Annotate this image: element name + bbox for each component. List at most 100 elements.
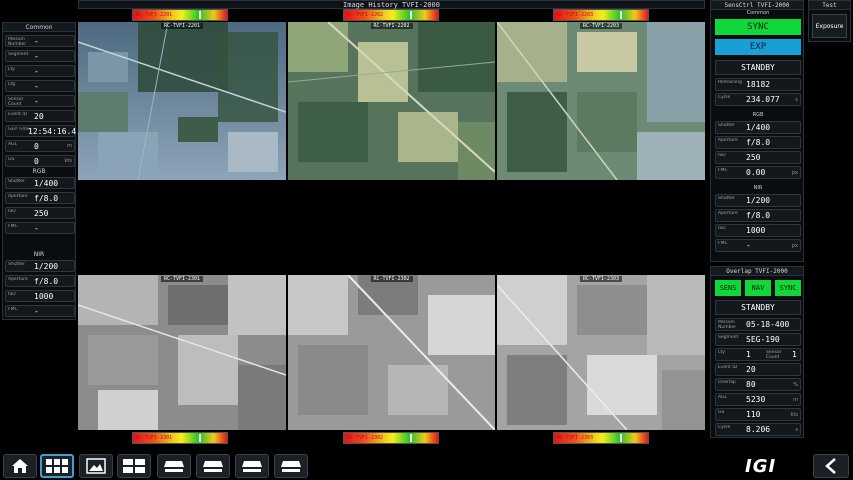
screen: Image History TVFI-2000 Common Mission N… (0, 0, 853, 480)
top-gauge-3: RC-TVFI-2203 (553, 9, 649, 21)
overlap-row-gs: GS 110 kts (715, 408, 801, 421)
row-key: Segment (718, 335, 739, 340)
row-key: AGL (718, 395, 727, 400)
row-value-2: 1 (792, 350, 797, 359)
sensor-4-button[interactable] (274, 454, 308, 478)
left-row-lty: Lty - (5, 65, 75, 77)
row-key: GS (718, 410, 725, 415)
row-key: Cycle (718, 425, 731, 430)
row-key: Mission Number (718, 320, 737, 330)
row-value: 1/400 (746, 123, 771, 132)
row-value: 1/200 (34, 262, 59, 271)
overlap-sync-button[interactable]: SYNC (775, 280, 801, 296)
row-key: Aperture (718, 138, 738, 143)
image-tile-nir-1[interactable]: RC-TVFI-2301 (78, 275, 286, 430)
multi-image-button[interactable] (117, 454, 151, 478)
overlap-row-lty: Lty 1 Sensor Count 1 (715, 348, 801, 361)
image-tile-nir-3[interactable]: RC-TVFI-2303 (497, 275, 705, 430)
back-button[interactable] (813, 454, 849, 478)
nav-button[interactable]: NAV (745, 280, 771, 296)
left-row-nir-aperture: Aperture f/8.0 (5, 275, 75, 287)
row-key: ISO (8, 209, 16, 214)
gauge-label: RC-TVFI-2303 (557, 435, 594, 441)
row-key: Event ID (718, 365, 738, 370)
row-value: 250 (34, 209, 49, 218)
row-key: FMC (8, 307, 18, 312)
row-key: Shutter (8, 179, 25, 184)
home-icon (12, 459, 28, 473)
row-unit: px (791, 170, 798, 176)
sync-button[interactable]: SYNC (715, 19, 801, 35)
row-value: - (746, 241, 751, 250)
row-value: 18182 (746, 80, 771, 89)
row-value: SEG-190 (746, 335, 780, 344)
sensor-1-button[interactable] (157, 454, 191, 478)
left-row-gep-time: GEP Time 12:54:16.4 (5, 125, 76, 137)
row-value: 8.206 (746, 425, 771, 434)
top-gauge-2: RC-TVFI-2202 (343, 9, 439, 21)
row-unit: kts (790, 412, 798, 418)
sensor-icon (164, 461, 184, 472)
sens-button[interactable]: SENS (715, 280, 741, 296)
empty-image-band (78, 180, 705, 275)
aerial-image (78, 22, 286, 180)
row-key: Shutter (718, 123, 735, 128)
sensctrl-row-nir-shutter: Shutter 1/200 (715, 194, 801, 207)
gauge-label: RC-TVFI-2201 (136, 12, 173, 18)
row-key: Event ID (8, 112, 28, 117)
left-row-sensor-count: Sensor Count - (5, 95, 75, 107)
row-key: Remaining (718, 80, 742, 85)
grid-icon (46, 459, 68, 473)
row-key: ISO (718, 153, 726, 158)
row-key: Lty (718, 350, 725, 355)
sensor-icon (242, 461, 262, 472)
test-panel: Test Exposure (808, 0, 851, 42)
gauge-marker (198, 11, 201, 19)
overlap-row-overlap: Overlap 80 % (715, 378, 801, 391)
igi-logo: IGI (745, 456, 777, 477)
row-value: 1/200 (746, 196, 771, 205)
gauge-marker (409, 11, 412, 19)
row-value: - (34, 97, 39, 106)
row-key: Lty (8, 67, 15, 72)
left-row-gs: GS 0 kts (5, 155, 75, 167)
image-tile-rgb-2[interactable]: RC-TVFI-2202 (288, 22, 495, 180)
exp-button[interactable]: EXP (715, 39, 801, 55)
row-value: 1000 (34, 292, 54, 301)
row-key: AGL (8, 142, 17, 147)
overlap-row-mission-number: Mission Number 05-18-400 (715, 318, 801, 331)
row-value: - (34, 37, 39, 46)
row-key: ISO (718, 226, 726, 231)
row-key: Cycle (718, 95, 731, 100)
bottom-gauge-3: RC-TVFI-2303 (553, 432, 649, 444)
image-icon (86, 458, 106, 474)
sensctrl-row-cycle: Cycle 234.077 s (715, 93, 801, 106)
sensctrl-row-rgb-iso: ISO 250 (715, 151, 801, 164)
sensor-3-button[interactable] (235, 454, 269, 478)
row-key: FMC (8, 224, 18, 229)
exposure-button[interactable]: Exposure (812, 14, 847, 38)
image-tile-rgb-1[interactable]: RC-TVFI-2201 (78, 22, 286, 180)
sensor-2-button[interactable] (196, 454, 230, 478)
image-view-button[interactable] (79, 454, 113, 478)
left-row-rgb-aperture: Aperture f/8.0 (5, 192, 75, 204)
row-unit: m (793, 397, 798, 403)
aerial-image (497, 22, 705, 180)
tile-title: RC-TVFI-2202 (370, 23, 413, 29)
row-value: 110 (746, 410, 761, 419)
left-row-mission-number: Mission Number - (5, 35, 75, 47)
row-value: 20 (746, 365, 756, 374)
gauge-label: RC-TVFI-2203 (557, 12, 594, 18)
row-value: f/8.0 (34, 277, 59, 286)
sensctrl-panel: SensCtrl TVFI-2000 Common SYNC EXP STAND… (710, 0, 804, 262)
aerial-image (288, 275, 495, 430)
row-value: 1/400 (34, 179, 59, 188)
home-button[interactable] (3, 454, 37, 478)
row-key: Segment (8, 52, 29, 57)
left-row-lfg: Lfg - (5, 80, 75, 92)
image-tile-nir-2[interactable]: RC-TVFI-2302 (288, 275, 495, 430)
row-key: Aperture (8, 194, 28, 199)
row-key: Shutter (718, 196, 735, 201)
image-tile-rgb-3[interactable]: RC-TVFI-2203 (497, 22, 705, 180)
grid-view-button[interactable] (40, 454, 74, 478)
